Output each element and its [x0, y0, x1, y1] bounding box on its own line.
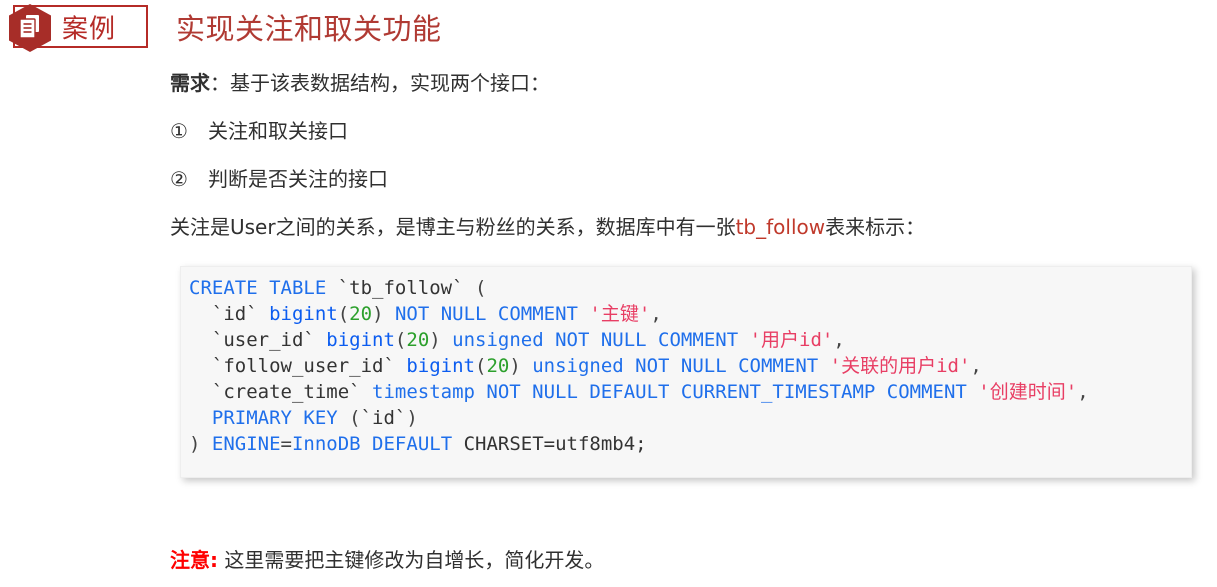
description-line: 关注是User之间的关系，是博主与粉丝的关系，数据库中有一张tb_follow表… [170, 216, 1200, 238]
code-token: ( [394, 329, 407, 351]
code-line: `user_id` bigint(20) unsigned NOT NULL C… [189, 327, 1191, 353]
code-token: bigint [326, 329, 395, 351]
note-line: 注意: 这里需要把主键修改为自增长，简化开发。 [170, 548, 604, 572]
code-token: ) [372, 303, 395, 325]
code-token: `create_time` [189, 381, 373, 403]
code-token: `follow_user_id` [189, 355, 407, 377]
code-token: ( [349, 407, 361, 429]
description-suffix: 表来标示： [825, 215, 926, 239]
code-token: ENGINE [211, 433, 281, 455]
case-badge-label: 案例 [62, 14, 117, 44]
code-token: , [650, 303, 662, 325]
code-token: ( [337, 303, 350, 325]
code-token: bigint [406, 355, 475, 377]
code-token: unsigned NOT NULL COMMENT [452, 329, 750, 351]
slide-content: 需求：基于该表数据结构，实现两个接口： ① 关注和取关接口 ② 判断是否关注的接口 … [170, 72, 1200, 264]
code-token: bigint [269, 303, 338, 325]
code-token: , [1077, 381, 1089, 403]
note-label: 注意: [170, 548, 218, 572]
sql-code-block: CREATE TABLE `tb_follow` ( `id` bigint(2… [180, 266, 1192, 478]
list-item: ② 判断是否关注的接口 [170, 168, 1200, 190]
code-token: , [833, 329, 845, 351]
code-token: unsigned NOT NULL COMMENT [532, 355, 830, 377]
code-token: CHARSET=utf8mb4; [463, 433, 647, 455]
code-token: '创建时间' [978, 381, 1078, 403]
code-token: ) [189, 433, 212, 455]
list-item-marker: ② [170, 167, 188, 191]
code-token: `id` [189, 303, 270, 325]
code-token: 20 [349, 303, 373, 325]
code-token: ( [475, 277, 487, 299]
code-token: '主键' [589, 303, 651, 325]
table-name-highlight: tb_follow [735, 215, 826, 239]
code-token: 20 [486, 355, 510, 377]
code-token: InnoDB DEFAULT [291, 433, 464, 455]
code-token: `tb_follow` [337, 277, 475, 299]
code-token: = [280, 433, 292, 455]
code-line: ) ENGINE=InnoDB DEFAULT CHARSET=utf8mb4; [189, 431, 1191, 457]
requirement-line: 需求：基于该表数据结构，实现两个接口： [170, 72, 1200, 94]
code-token: '关联的用户id' [829, 355, 971, 377]
page-title: 实现关注和取关功能 [176, 12, 442, 46]
code-line: CREATE TABLE `tb_follow` ( [189, 275, 1191, 301]
code-token: PRIMARY KEY [189, 407, 350, 429]
code-token: timestamp NOT NULL DEFAULT CURRENT_TIMES… [372, 381, 979, 403]
code-line: `follow_user_id` bigint(20) unsigned NOT… [189, 353, 1191, 379]
code-token: `user_id` [189, 329, 327, 351]
description-prefix: 关注是User之间的关系，是博主与粉丝的关系，数据库中有一张 [170, 215, 736, 239]
requirement-label: 需求 [170, 71, 210, 95]
document-stack-icon [6, 3, 54, 53]
code-token: ) [429, 329, 453, 351]
code-token: CREATE TABLE [189, 277, 338, 299]
code-line: PRIMARY KEY (`id`) [189, 405, 1191, 431]
code-token: '用户id' [749, 329, 834, 351]
code-line: `id` bigint(20) NOT NULL COMMENT '主键', [189, 301, 1191, 327]
code-token: ) [509, 355, 533, 377]
list-item-label: 判断是否关注的接口 [208, 167, 388, 191]
list-item-marker: ① [170, 119, 188, 143]
code-token: ) [406, 407, 418, 429]
note-text: 这里需要把主键修改为自增长，简化开发。 [218, 548, 605, 572]
requirement-text: ：基于该表数据结构，实现两个接口： [210, 71, 550, 95]
case-badge: 案例 [9, 4, 148, 52]
list-item: ① 关注和取关接口 [170, 120, 1200, 142]
code-token: `id` [360, 407, 407, 429]
code-token: NOT NULL COMMENT [394, 303, 590, 325]
list-item-label: 关注和取关接口 [208, 119, 348, 143]
sql-code-text: CREATE TABLE `tb_follow` ( `id` bigint(2… [181, 267, 1191, 457]
code-line: `create_time` timestamp NOT NULL DEFAULT… [189, 379, 1191, 405]
slide-header: 案例 实现关注和取关功能 [0, 0, 1217, 56]
code-token: ( [474, 355, 487, 377]
code-token: , [970, 355, 982, 377]
code-token: 20 [406, 329, 430, 351]
